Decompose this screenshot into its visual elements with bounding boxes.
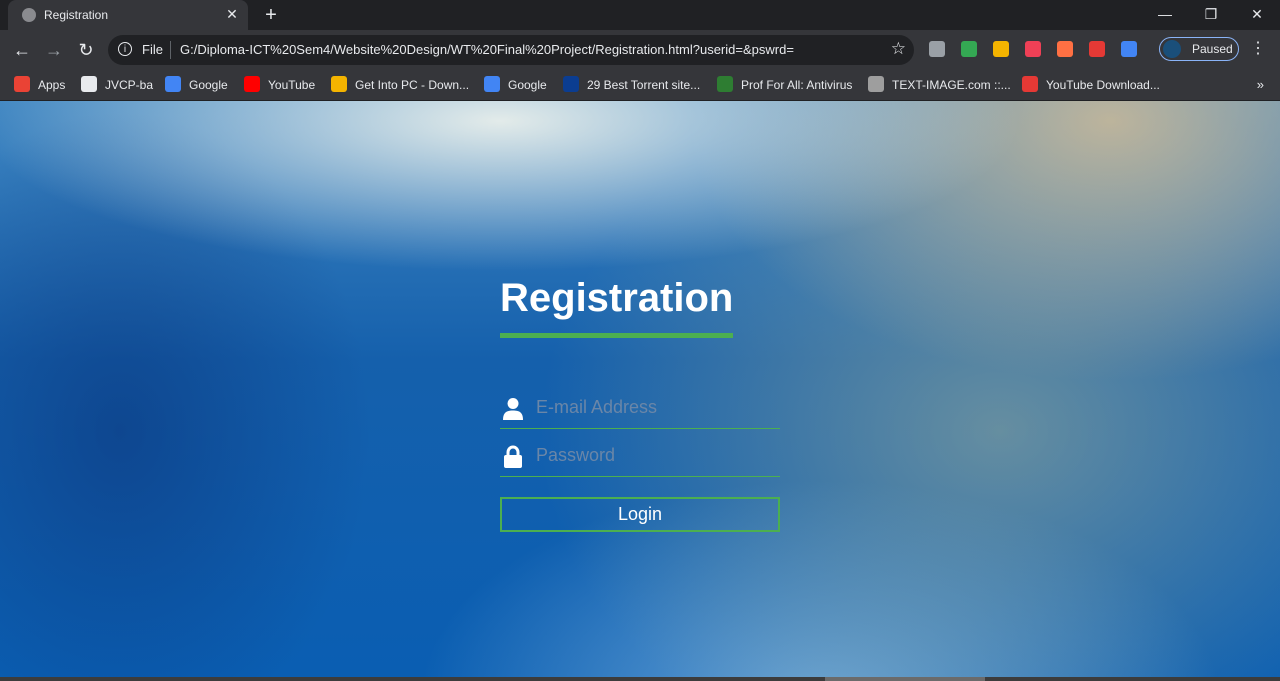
vpn-icon	[563, 76, 579, 92]
scheme-label: File	[142, 42, 163, 57]
google-icon	[484, 76, 500, 92]
scrollbar-thumb[interactable]	[825, 677, 985, 681]
login-button[interactable]: Login	[500, 497, 780, 532]
bookmark-item[interactable]: TEXT-IMAGE.com ::...	[868, 75, 1011, 95]
bookmark-label: Google	[508, 78, 547, 92]
bookmark-label: YouTube	[268, 78, 316, 92]
bookmark-label: Google	[189, 78, 228, 92]
bookmark-label: Apps	[38, 78, 66, 92]
browser-toolbar: ← → ↻ i File G:/Diploma-ICT%20Sem4/Websi…	[0, 30, 1280, 70]
user-icon	[503, 398, 523, 420]
refresh-download-icon	[1022, 76, 1038, 92]
bookmark-label: TEXT-IMAGE.com ::...	[892, 78, 1011, 92]
bookmark-star-icon[interactable]: ☆	[891, 39, 906, 59]
browser-chrome: Registration ✕ + — ❐ ✕ ← → ↻ i File G:/D…	[0, 0, 1280, 101]
address-divider	[170, 41, 171, 59]
back-arrow-icon[interactable]: ←	[8, 36, 36, 64]
bookmark-item[interactable]: 29 Best Torrent site...	[563, 75, 700, 95]
title-underline	[500, 333, 733, 338]
profforall-icon	[717, 76, 733, 92]
google-icon	[165, 76, 181, 92]
bookmark-label: 29 Best Torrent site...	[587, 78, 701, 92]
new-tab-button[interactable]: +	[260, 4, 282, 26]
apps-grid-icon	[14, 76, 30, 92]
info-icon[interactable]: i	[118, 42, 132, 56]
getintopc-icon	[331, 76, 347, 92]
globe-icon	[81, 76, 97, 92]
bookmark-item[interactable]: JVCP-ba	[81, 75, 153, 95]
url-text[interactable]: G:/Diploma-ICT%20Sem4/Website%20Design/W…	[180, 42, 794, 57]
adblock-shield-icon[interactable]	[961, 41, 977, 57]
bookmark-item[interactable]: Prof For All: Antivirus	[717, 75, 852, 95]
bookmarks-bar: » Apps JVCP-ba Google YouTube Get Into PC - …	[0, 70, 1280, 101]
bookmark-item[interactable]: Google	[165, 75, 228, 95]
menu-kebab-icon[interactable]: ⋮	[1250, 38, 1266, 58]
fire-extension-icon[interactable]	[1057, 41, 1073, 57]
tab-title: Registration	[44, 8, 109, 22]
forward-arrow-icon[interactable]: →	[40, 36, 68, 64]
globe-extension-icon[interactable]	[993, 41, 1009, 57]
profile-status-label: Paused	[1192, 42, 1233, 56]
text-image-icon	[868, 76, 884, 92]
horizontal-scrollbar[interactable]	[0, 677, 1280, 681]
password-field	[500, 437, 780, 477]
profile-button[interactable]: Paused	[1159, 37, 1239, 61]
bookmark-item[interactable]: Google	[484, 75, 547, 95]
bookmark-label: Prof For All: Antivirus	[741, 78, 853, 92]
address-bar[interactable]: i File G:/Diploma-ICT%20Sem4/Website%20D…	[108, 35, 914, 65]
tab-registration[interactable]: Registration ✕	[8, 0, 248, 30]
close-window-button[interactable]: ✕	[1234, 0, 1280, 30]
lock-icon	[504, 445, 522, 468]
tab-strip: Registration ✕ + — ❐ ✕	[0, 0, 1280, 30]
email-field	[500, 389, 780, 429]
email-input[interactable]	[536, 395, 776, 419]
close-tab-icon[interactable]: ✕	[224, 6, 240, 22]
bookmark-item[interactable]: YouTube	[244, 75, 315, 95]
bookmark-label: Get Into PC - Down...	[355, 78, 470, 92]
blue-shield-icon[interactable]	[1121, 41, 1137, 57]
restore-button[interactable]: ❐	[1188, 0, 1234, 30]
bookmark-item[interactable]: Get Into PC - Down...	[331, 75, 469, 95]
bookmark-item[interactable]: Apps	[14, 75, 65, 95]
shield-extension-icon[interactable]	[929, 41, 945, 57]
bookmark-item[interactable]: YouTube Download...	[1022, 75, 1160, 95]
bookmark-label: JVCP-ba	[105, 78, 154, 92]
rocket-extension-icon[interactable]	[1089, 41, 1105, 57]
avatar	[1163, 40, 1181, 58]
page-background: Registration Login	[0, 101, 1280, 677]
password-input[interactable]	[536, 443, 776, 467]
youtube-icon	[244, 76, 260, 92]
globe-icon	[22, 8, 36, 22]
minimize-button[interactable]: —	[1142, 0, 1188, 30]
page-title: Registration	[500, 276, 734, 320]
pocket-icon[interactable]	[1025, 41, 1041, 57]
bookmark-label: YouTube Download...	[1046, 78, 1160, 92]
bookmarks-overflow-icon[interactable]: »	[1257, 75, 1264, 95]
reload-icon[interactable]: ↻	[72, 36, 100, 64]
